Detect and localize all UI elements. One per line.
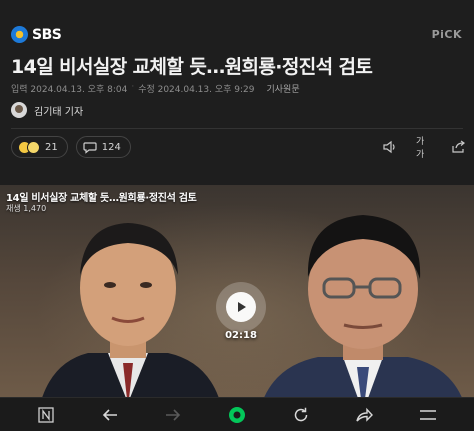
pick-badge[interactable]: PiCK [432, 28, 462, 41]
video-duration: 02:18 [225, 330, 257, 341]
share-icon[interactable] [450, 139, 466, 155]
reaction-emoji-icon [18, 140, 40, 154]
published-time: 입력 2024.04.13. 오후 8:04 [11, 85, 128, 95]
original-article-link[interactable]: 기사원문 [267, 82, 300, 95]
tts-speaker-icon[interactable] [382, 139, 398, 155]
video-person-right-image [264, 215, 462, 397]
play-icon [226, 292, 256, 322]
press-name: SBS [32, 26, 62, 43]
video-player[interactable]: 14일 비서실장 교체할 듯…원희룡·정진석 검토 재생 1,470 02:18 [0, 185, 474, 397]
video-view-count: 재생 1,470 [6, 204, 47, 213]
reporter-avatar [11, 102, 27, 118]
comment-count: 124 [101, 141, 121, 153]
comment-icon [83, 141, 97, 154]
reporter-name: 김기태 기자 [34, 106, 84, 118]
home-icon[interactable] [225, 403, 249, 427]
video-title: 14일 비서실장 교체할 듯…원희룡·정진석 검토 [6, 193, 197, 204]
reaction-button[interactable]: 21 [11, 136, 68, 158]
article-tools: 가가 [382, 137, 466, 160]
font-size-label: 가가 [416, 137, 425, 160]
article-header: SBS PiCK 14일 비서실장 교체할 듯…원희룡·정진석 검토 입력 20… [0, 0, 474, 185]
browser-bottom-bar [0, 397, 474, 431]
article-meta: 입력 2024.04.13. 오후 8:04 · 수정 2024.04.13. … [11, 82, 300, 95]
naver-icon[interactable] [34, 403, 58, 427]
font-size-button[interactable]: 가가 [416, 137, 432, 160]
article-title: 14일 비서실장 교체할 듯…원희룡·정진석 검토 [11, 56, 373, 78]
divider [11, 128, 463, 129]
play-button[interactable] [216, 282, 266, 332]
modified-time: 수정 2024.04.13. 오후 9:29 [138, 85, 255, 95]
reporter-info[interactable]: 김기태 기자 [11, 102, 83, 118]
back-icon[interactable] [98, 403, 122, 427]
refresh-icon[interactable] [289, 403, 313, 427]
comment-button[interactable]: 124 [75, 136, 131, 158]
sbs-logo-icon [11, 26, 28, 43]
reaction-count: 21 [45, 141, 58, 153]
meta-separator: · [131, 82, 135, 92]
article-actions: 21 124 [11, 136, 131, 158]
video-person-left-image [42, 223, 219, 397]
share-icon[interactable] [352, 403, 376, 427]
menu-icon[interactable] [416, 403, 440, 427]
forward-icon[interactable] [161, 403, 185, 427]
press-logo[interactable]: SBS [11, 26, 62, 43]
